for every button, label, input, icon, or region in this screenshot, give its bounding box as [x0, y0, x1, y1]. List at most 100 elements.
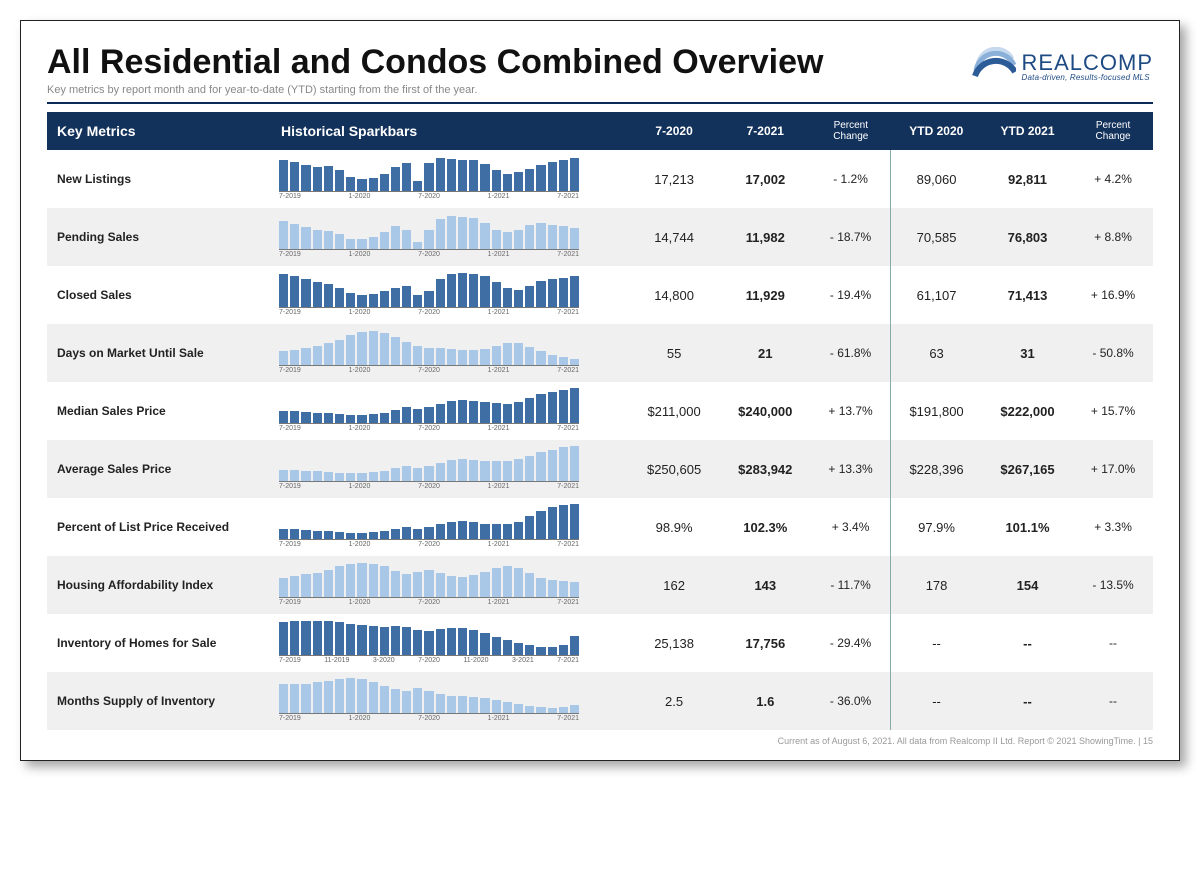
- metric-name: Days on Market Until Sale: [47, 324, 275, 382]
- col-month-curr: 7-2021: [720, 112, 811, 150]
- col-month-prev: 7-2020: [628, 112, 719, 150]
- col-sparkbars: Historical Sparkbars: [275, 112, 628, 150]
- metric-month-prev: 162: [628, 556, 719, 614]
- col-ytd-prev: YTD 2020: [891, 112, 982, 150]
- metric-ytd-curr: 101.1%: [982, 498, 1073, 556]
- table-row: Months Supply of Inventory7-20191-20207-…: [47, 672, 1153, 730]
- table-row: Average Sales Price7-20191-20207-20201-2…: [47, 440, 1153, 498]
- metric-name: Inventory of Homes for Sale: [47, 614, 275, 672]
- title-block: All Residential and Condos Combined Over…: [47, 43, 823, 96]
- table-row: Closed Sales7-20191-20207-20201-20217-20…: [47, 266, 1153, 324]
- metric-month-prev: 25,138: [628, 614, 719, 672]
- metric-month-curr: 11,982: [720, 208, 811, 266]
- sparkbar-cell: 7-20191-20207-20201-20217-2021: [275, 498, 628, 556]
- metric-pct-1: + 13.7%: [811, 382, 891, 440]
- metric-ytd-curr: 92,811: [982, 150, 1073, 208]
- col-metrics: Key Metrics: [47, 112, 275, 150]
- metric-month-curr: $283,942: [720, 440, 811, 498]
- report-header: All Residential and Condos Combined Over…: [47, 43, 1153, 104]
- page-subtitle: Key metrics by report month and for year…: [47, 84, 823, 96]
- metric-ytd-prev: 178: [891, 556, 982, 614]
- table-row: New Listings7-20191-20207-20201-20217-20…: [47, 150, 1153, 208]
- metric-month-curr: 17,002: [720, 150, 811, 208]
- logo-tagline: Data-driven, Results-focused MLS: [1022, 74, 1153, 82]
- metric-ytd-curr: 154: [982, 556, 1073, 614]
- table-row: Days on Market Until Sale7-20191-20207-2…: [47, 324, 1153, 382]
- metric-pct-1: - 18.7%: [811, 208, 891, 266]
- metric-name: Months Supply of Inventory: [47, 672, 275, 730]
- metric-pct-2: --: [1073, 672, 1153, 730]
- metrics-table: Key Metrics Historical Sparkbars 7-2020 …: [47, 112, 1153, 730]
- metric-ytd-curr: --: [982, 672, 1073, 730]
- metric-pct-2: + 16.9%: [1073, 266, 1153, 324]
- metric-ytd-curr: 31: [982, 324, 1073, 382]
- metric-month-curr: 102.3%: [720, 498, 811, 556]
- sparkbar-cell: 7-20191-20207-20201-20217-2021: [275, 556, 628, 614]
- metric-pct-1: + 3.4%: [811, 498, 891, 556]
- metric-ytd-prev: 70,585: [891, 208, 982, 266]
- metric-month-prev: 17,213: [628, 150, 719, 208]
- report-footer: Current as of August 6, 2021. All data f…: [47, 730, 1153, 746]
- metric-pct-1: + 13.3%: [811, 440, 891, 498]
- metric-name: Closed Sales: [47, 266, 275, 324]
- metric-ytd-prev: --: [891, 672, 982, 730]
- metric-ytd-prev: 63: [891, 324, 982, 382]
- metric-ytd-curr: --: [982, 614, 1073, 672]
- sparkbar-cell: 7-201911-20193-20207-202011-20203-20217-…: [275, 614, 628, 672]
- metric-name: Median Sales Price: [47, 382, 275, 440]
- metric-month-prev: $250,605: [628, 440, 719, 498]
- metric-name: Housing Affordability Index: [47, 556, 275, 614]
- metric-month-curr: 17,756: [720, 614, 811, 672]
- col-pct-change-1: Percent Change: [811, 112, 891, 150]
- table-row: Inventory of Homes for Sale7-201911-2019…: [47, 614, 1153, 672]
- sparkbar-cell: 7-20191-20207-20201-20217-2021: [275, 266, 628, 324]
- metric-month-prev: $211,000: [628, 382, 719, 440]
- metric-ytd-prev: --: [891, 614, 982, 672]
- sparkbar-cell: 7-20191-20207-20201-20217-2021: [275, 324, 628, 382]
- logo-name: REALCOMP: [1022, 52, 1153, 74]
- table-row: Percent of List Price Received7-20191-20…: [47, 498, 1153, 556]
- metric-pct-1: - 29.4%: [811, 614, 891, 672]
- sparkbar-cell: 7-20191-20207-20201-20217-2021: [275, 672, 628, 730]
- metric-month-prev: 55: [628, 324, 719, 382]
- metric-pct-2: --: [1073, 614, 1153, 672]
- metric-pct-1: - 19.4%: [811, 266, 891, 324]
- metric-pct-2: + 17.0%: [1073, 440, 1153, 498]
- metric-pct-1: - 36.0%: [811, 672, 891, 730]
- metric-ytd-prev: $228,396: [891, 440, 982, 498]
- col-pct-change-2: Percent Change: [1073, 112, 1153, 150]
- metric-name: Percent of List Price Received: [47, 498, 275, 556]
- metric-month-prev: 2.5: [628, 672, 719, 730]
- metric-month-prev: 14,744: [628, 208, 719, 266]
- metric-ytd-prev: $191,800: [891, 382, 982, 440]
- page-title: All Residential and Condos Combined Over…: [47, 43, 823, 82]
- table-header-row: Key Metrics Historical Sparkbars 7-2020 …: [47, 112, 1153, 150]
- realcomp-logo: REALCOMP Data-driven, Results-focused ML…: [972, 43, 1153, 87]
- metric-month-curr: 21: [720, 324, 811, 382]
- sparkbar-cell: 7-20191-20207-20201-20217-2021: [275, 440, 628, 498]
- metric-ytd-prev: 97.9%: [891, 498, 982, 556]
- metric-month-prev: 98.9%: [628, 498, 719, 556]
- metric-pct-2: + 4.2%: [1073, 150, 1153, 208]
- metric-pct-2: - 50.8%: [1073, 324, 1153, 382]
- metric-ytd-curr: $222,000: [982, 382, 1073, 440]
- metric-name: Average Sales Price: [47, 440, 275, 498]
- sparkbar-cell: 7-20191-20207-20201-20217-2021: [275, 150, 628, 208]
- metric-pct-2: - 13.5%: [1073, 556, 1153, 614]
- metric-month-curr: $240,000: [720, 382, 811, 440]
- metric-pct-1: - 61.8%: [811, 324, 891, 382]
- table-row: Housing Affordability Index7-20191-20207…: [47, 556, 1153, 614]
- metric-ytd-prev: 61,107: [891, 266, 982, 324]
- metric-name: Pending Sales: [47, 208, 275, 266]
- metric-month-curr: 143: [720, 556, 811, 614]
- metric-month-curr: 1.6: [720, 672, 811, 730]
- metric-pct-1: - 1.2%: [811, 150, 891, 208]
- metric-ytd-prev: 89,060: [891, 150, 982, 208]
- metric-pct-1: - 11.7%: [811, 556, 891, 614]
- metric-name: New Listings: [47, 150, 275, 208]
- realcomp-swoosh-icon: [972, 47, 1016, 87]
- metric-pct-2: + 3.3%: [1073, 498, 1153, 556]
- metric-ytd-curr: $267,165: [982, 440, 1073, 498]
- metric-ytd-curr: 71,413: [982, 266, 1073, 324]
- metric-month-curr: 11,929: [720, 266, 811, 324]
